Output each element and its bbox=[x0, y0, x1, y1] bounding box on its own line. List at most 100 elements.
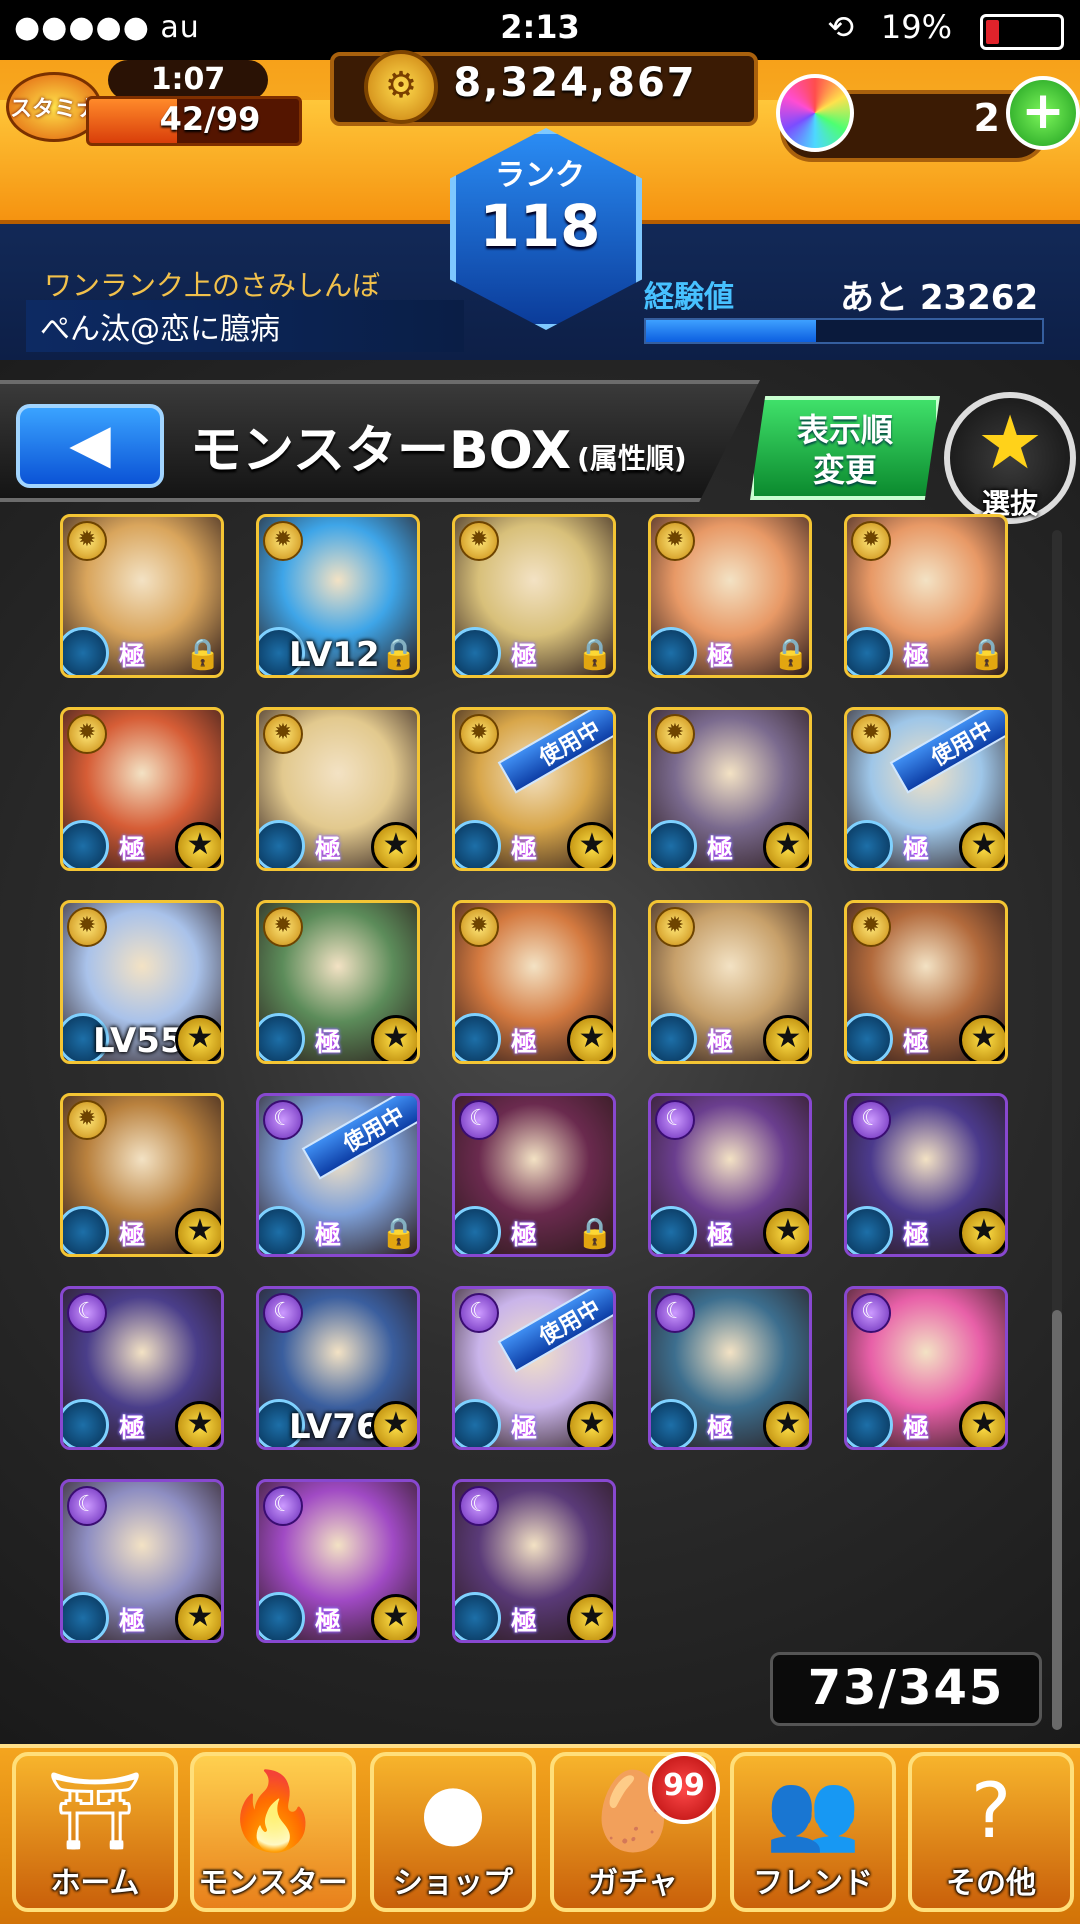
monster-card[interactable]: ☾ 極 ★ bbox=[648, 1093, 812, 1257]
lock-icon: 🔒 bbox=[772, 637, 810, 672]
star-icon: ★ bbox=[959, 822, 1005, 868]
luck-orb-icon bbox=[63, 820, 109, 868]
light-attribute-icon: ✹ bbox=[67, 521, 107, 561]
luck-orb-icon bbox=[847, 1206, 893, 1254]
kyoku-label: 極 bbox=[903, 835, 930, 865]
star-icon: ★ bbox=[371, 1015, 417, 1061]
orb-icon bbox=[776, 74, 854, 152]
lock-icon: 🔒 bbox=[576, 1216, 614, 1251]
monster-icon: 🔥 bbox=[225, 1766, 321, 1855]
page-title-text: モンスターBOX bbox=[190, 421, 572, 481]
star-icon: ★ bbox=[763, 1208, 809, 1254]
luck-orb-icon bbox=[455, 1206, 501, 1254]
sort-order-button[interactable]: 表示順 変更 bbox=[750, 396, 940, 500]
dark-attribute-icon: ☾ bbox=[655, 1293, 695, 1333]
kyoku-label: 極 bbox=[315, 1028, 342, 1058]
star-icon: ★ bbox=[371, 1401, 417, 1447]
monster-card[interactable]: ✹ 極 ★ bbox=[844, 900, 1008, 1064]
monster-card[interactable]: ☾ 極 ★ bbox=[256, 1479, 420, 1643]
kyoku-label: 極 bbox=[119, 1414, 146, 1444]
rotation-lock-icon: ⟲ bbox=[827, 8, 854, 46]
add-orb-button[interactable]: + bbox=[1006, 76, 1080, 150]
light-attribute-icon: ✹ bbox=[851, 907, 891, 947]
monster-card[interactable]: ✹ 極 🔒 bbox=[844, 514, 1008, 678]
monster-card[interactable]: ☾ 極 🔒 bbox=[452, 1093, 616, 1257]
luck-orb-icon bbox=[651, 627, 697, 675]
exp-label: 経験値 bbox=[644, 280, 734, 315]
monster-card[interactable]: ✹ 極 ★ bbox=[648, 900, 812, 1064]
monster-card[interactable]: ☾ 極 ★ bbox=[452, 1479, 616, 1643]
light-attribute-icon: ✹ bbox=[459, 521, 499, 561]
nav-monster-button[interactable]: 🔥 モンスター bbox=[190, 1752, 356, 1912]
nav-other-button[interactable]: ? その他 bbox=[908, 1752, 1074, 1912]
monster-card[interactable]: ☾ 極 ★ bbox=[60, 1479, 224, 1643]
player-title: ワンランク上のさみしんぼ bbox=[44, 269, 381, 302]
monster-card[interactable]: ☾ 極 🔒 使用中 bbox=[256, 1093, 420, 1257]
luck-orb-icon bbox=[455, 1592, 501, 1640]
gacha-badge: 99 bbox=[648, 1752, 720, 1824]
star-icon: ★ bbox=[567, 1015, 613, 1061]
back-button[interactable]: ◀ bbox=[16, 404, 164, 488]
light-attribute-icon: ✹ bbox=[263, 714, 303, 754]
gold-coin-icon: ⚙ bbox=[364, 50, 438, 124]
monster-card[interactable]: ☾ 極 ★ bbox=[60, 1286, 224, 1450]
battery-percent: 19% bbox=[880, 8, 952, 46]
monster-card[interactable]: ☾ 極 ★ bbox=[648, 1286, 812, 1450]
nav-home-button[interactable]: ⛩ ホーム bbox=[12, 1752, 178, 1912]
rank-label: ランク bbox=[495, 158, 585, 193]
monster-card[interactable]: ✹ 極 🔒 bbox=[452, 514, 616, 678]
monster-card[interactable]: ✹ 極 ★ bbox=[648, 707, 812, 871]
star-icon: ★ bbox=[567, 1594, 613, 1640]
light-attribute-icon: ✹ bbox=[263, 907, 303, 947]
monster-card[interactable]: ✹ 極 🔒 bbox=[648, 514, 812, 678]
star-icon: ★ bbox=[959, 1208, 1005, 1254]
nav-label: ガチャ bbox=[588, 1866, 678, 1901]
select-button[interactable]: ★ 選抜 bbox=[944, 392, 1076, 524]
monster-card[interactable]: ✹ 極 ★ bbox=[452, 900, 616, 1064]
monster-card[interactable]: ✹ 極 ★ 使用中 bbox=[844, 707, 1008, 871]
monster-card[interactable]: ☾ 極 ★ bbox=[844, 1093, 1008, 1257]
monster-card[interactable]: ✹ 極 ★ bbox=[256, 707, 420, 871]
luck-orb-icon bbox=[259, 1206, 305, 1254]
luck-orb-icon bbox=[847, 820, 893, 868]
kyoku-label: 極 bbox=[119, 835, 146, 865]
nav-label: ホーム bbox=[50, 1866, 140, 1901]
monster-card[interactable]: ✹ LV55 ★ bbox=[60, 900, 224, 1064]
lock-icon: 🔒 bbox=[380, 1216, 418, 1251]
nav-shop-button[interactable]: ● ショップ bbox=[370, 1752, 536, 1912]
level-label: LV12 bbox=[289, 635, 380, 675]
kyoku-label: 極 bbox=[707, 1414, 734, 1444]
monster-card[interactable]: ☾ 極 ★ 使用中 bbox=[452, 1286, 616, 1450]
in-use-badge: 使用中 bbox=[497, 710, 613, 794]
dark-attribute-icon: ☾ bbox=[67, 1486, 107, 1526]
player-name: ぺん汰@恋に臆病 bbox=[26, 300, 464, 352]
star-icon: ★ bbox=[175, 1015, 221, 1061]
kyoku-label: 極 bbox=[707, 1221, 734, 1251]
scrollbar-thumb[interactable] bbox=[1052, 1310, 1062, 1730]
star-icon: ★ bbox=[175, 1401, 221, 1447]
scrollbar[interactable] bbox=[1052, 530, 1062, 1730]
kyoku-label: 極 bbox=[511, 642, 538, 672]
monster-card[interactable]: ✹ 極 ★ bbox=[256, 900, 420, 1064]
luck-orb-icon bbox=[63, 1206, 109, 1254]
home-icon: ⛩ bbox=[46, 1766, 144, 1855]
monster-card[interactable]: ✹ 極 ★ bbox=[60, 707, 224, 871]
monster-card[interactable]: ✹ 極 ★ 使用中 bbox=[452, 707, 616, 871]
status-bar: ●●●●● au 2:13 ⟲ 19% bbox=[0, 0, 1080, 60]
light-attribute-icon: ✹ bbox=[655, 714, 695, 754]
dark-attribute-icon: ☾ bbox=[67, 1293, 107, 1333]
light-attribute-icon: ✹ bbox=[67, 714, 107, 754]
monster-card[interactable]: ☾ 極 ★ bbox=[844, 1286, 1008, 1450]
lock-icon: 🔒 bbox=[576, 637, 614, 672]
monster-card[interactable]: ✹ 極 🔒 bbox=[60, 514, 224, 678]
lock-icon: 🔒 bbox=[968, 637, 1006, 672]
light-attribute-icon: ✹ bbox=[67, 907, 107, 947]
friends-icon: 👥 bbox=[765, 1766, 861, 1855]
page-title: モンスターBOX (属性順) bbox=[190, 408, 687, 483]
nav-friend-button[interactable]: 👥 フレンド bbox=[730, 1752, 896, 1912]
kyoku-label: 極 bbox=[511, 1607, 538, 1637]
monster-card[interactable]: ☾ LV76 ★ bbox=[256, 1286, 420, 1450]
monster-card[interactable]: ✹ LV12 🔒 bbox=[256, 514, 420, 678]
monster-card[interactable]: ✹ 極 ★ bbox=[60, 1093, 224, 1257]
gold-amount: 8,324,867 bbox=[453, 60, 697, 106]
